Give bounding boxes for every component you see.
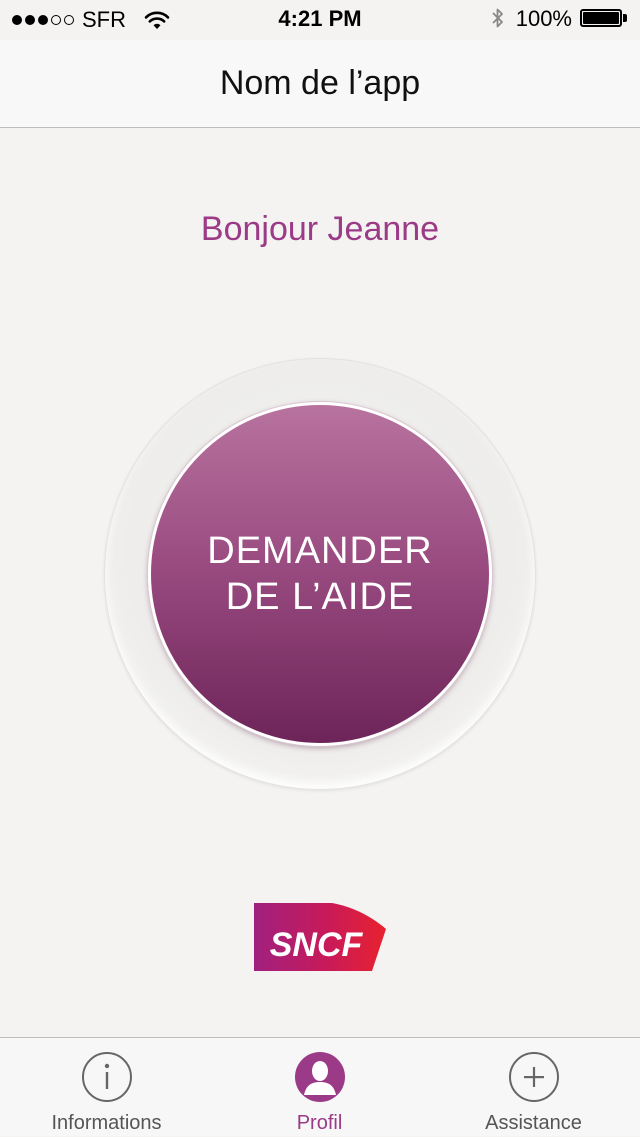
sncf-logo: SNCF bbox=[254, 903, 386, 971]
info-icon bbox=[81, 1052, 132, 1102]
tab-profil-label: Profil bbox=[296, 1112, 343, 1134]
tab-bar: Informations Profil Assistance bbox=[0, 1037, 640, 1136]
battery-icon bbox=[580, 9, 628, 29]
request-help-button[interactable]: DEMANDER DE L’AIDE bbox=[148, 402, 492, 746]
request-help-line-2: DE L’AIDE bbox=[225, 576, 415, 618]
navigation-bar: Nom de l’app bbox=[0, 40, 640, 128]
tab-assistance[interactable]: Assistance bbox=[427, 1038, 640, 1137]
greeting-text: Bonjour Jeanne bbox=[200, 210, 440, 248]
tab-assistance-label: Assistance bbox=[485, 1112, 582, 1134]
tab-informations-label: Informations bbox=[51, 1112, 162, 1134]
tab-profil[interactable]: Profil bbox=[213, 1038, 426, 1137]
request-help-label: DEMANDER DE L’AIDE bbox=[180, 528, 460, 620]
battery-percentage: 100% bbox=[515, 6, 572, 31]
status-bar: SFR 4:21 PM 100% bbox=[0, 0, 640, 40]
tab-informations[interactable]: Informations bbox=[0, 1038, 213, 1137]
bluetooth-icon bbox=[492, 8, 503, 28]
status-right: 100% bbox=[490, 6, 628, 32]
request-help-line-1: DEMANDER bbox=[207, 530, 433, 572]
page-title: Nom de l’app bbox=[219, 64, 421, 102]
plus-icon bbox=[508, 1052, 559, 1102]
sncf-logo-text: SNCF bbox=[270, 926, 364, 964]
profile-icon bbox=[294, 1052, 345, 1102]
